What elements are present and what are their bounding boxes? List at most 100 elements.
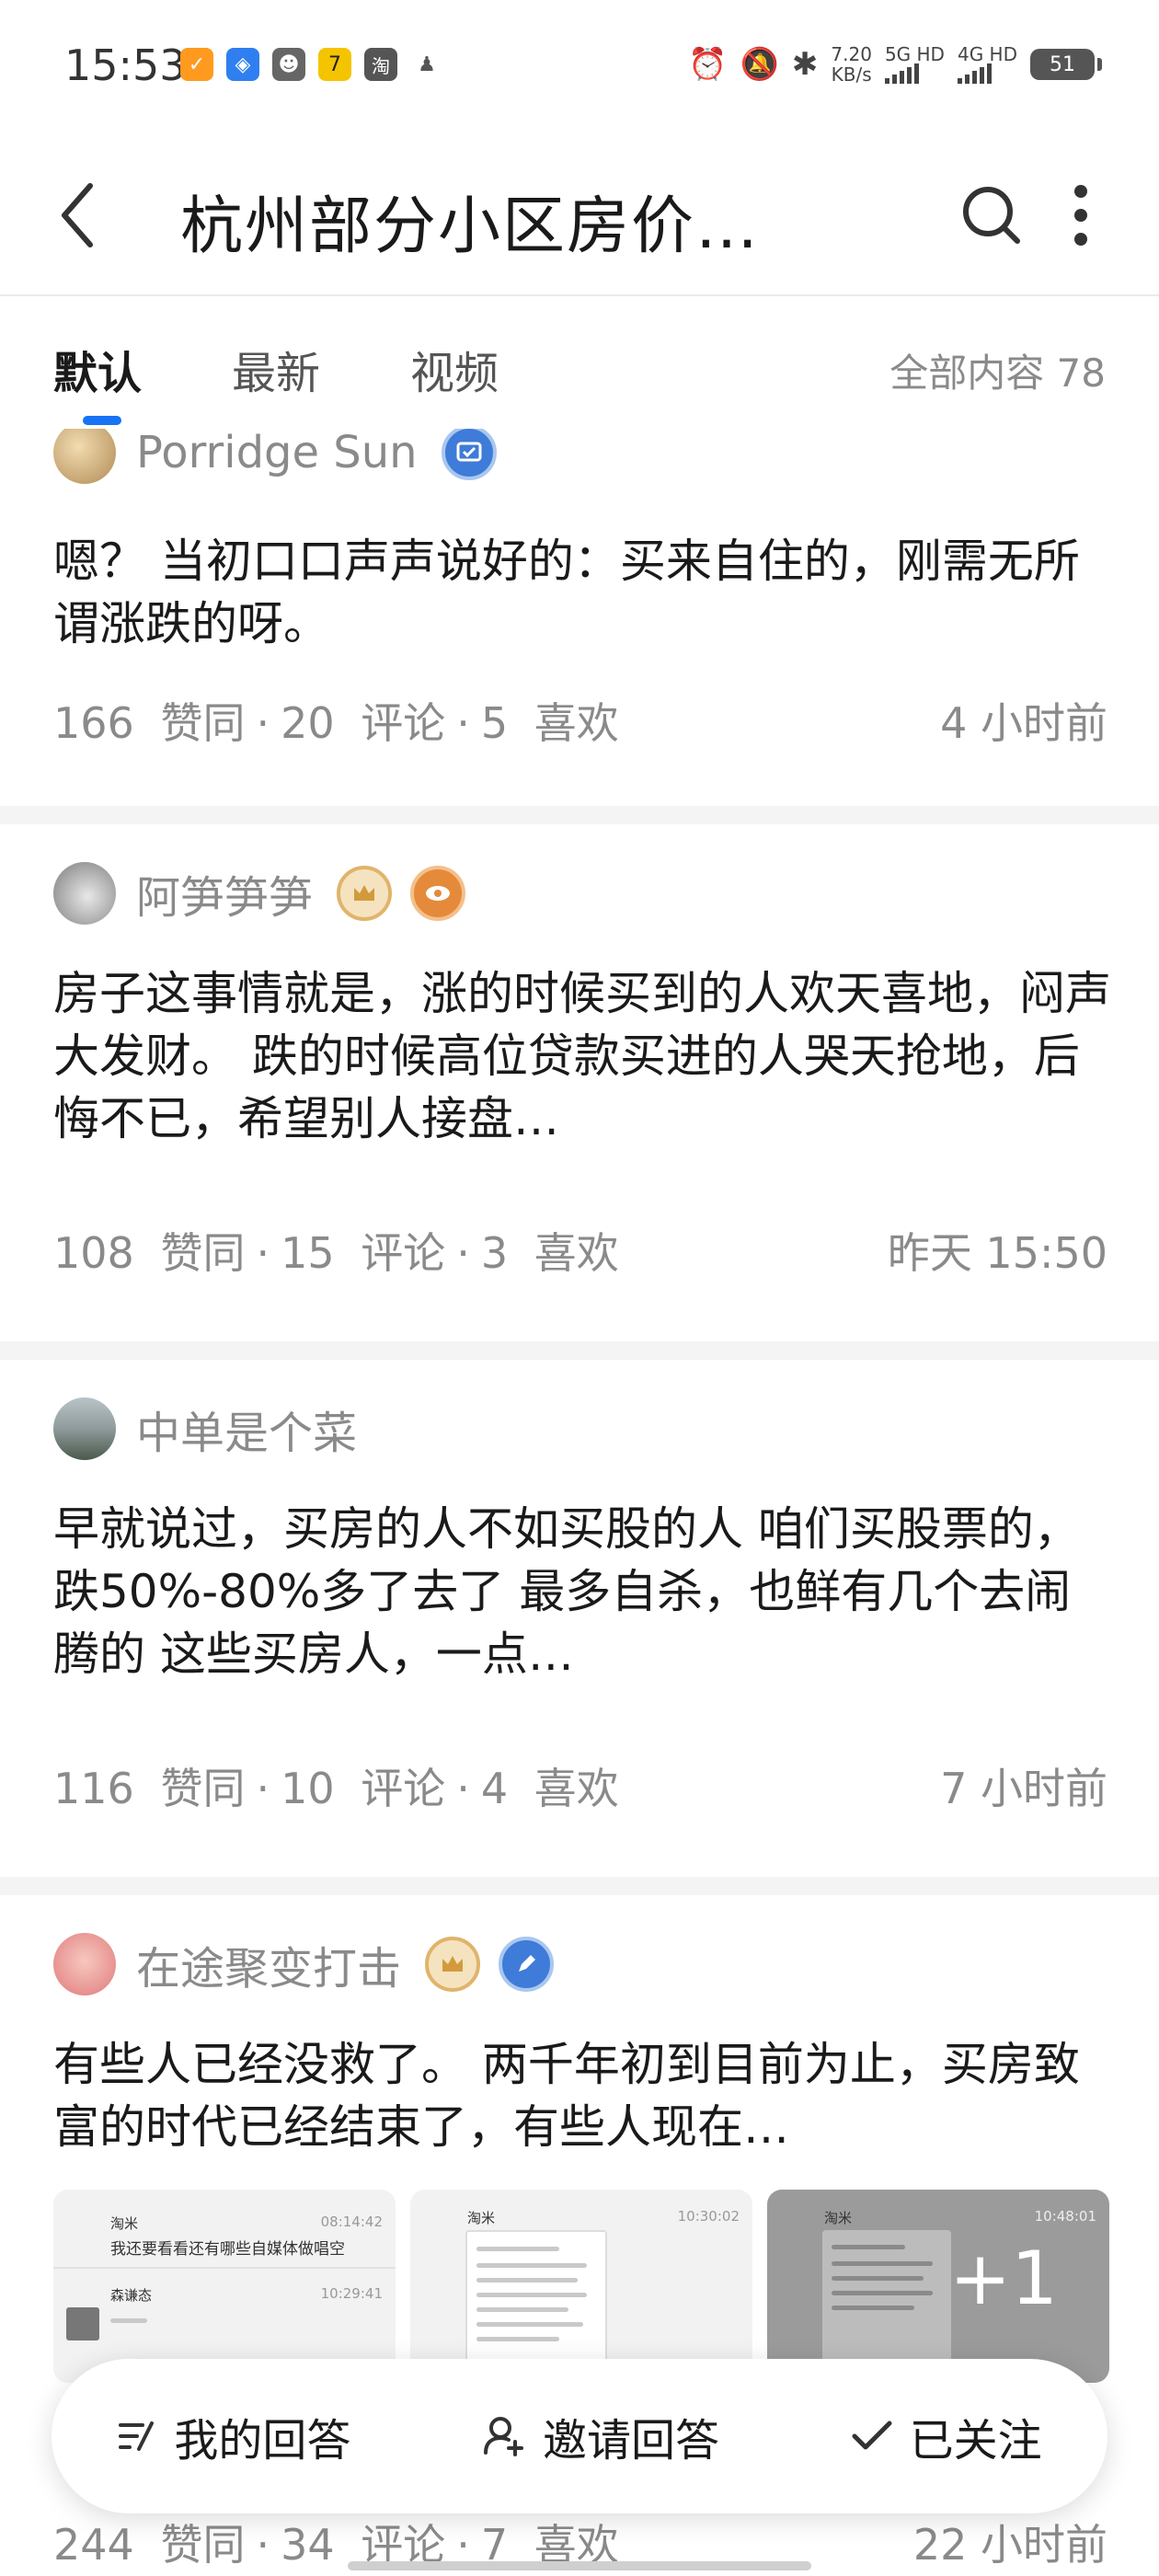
likes-label: 赞同 xyxy=(160,1764,246,1813)
answer-time: 4 小时前 xyxy=(940,698,1107,748)
net-speed: 7.20 KB/s xyxy=(831,43,872,86)
sort-tabs: 默认 最新 视频 全部内容 78 xyxy=(0,296,1159,431)
status-app-icons: ✓ ◈ ☻ 7 淘 ♟ xyxy=(180,48,443,81)
signal-bars-icon xyxy=(957,63,1017,84)
answer-meta: 116 赞同 · 10 评论 · 4 喜欢 7 小时前 xyxy=(53,1755,1107,1816)
author-name[interactable]: 中单是个菜 xyxy=(136,1397,357,1461)
answer-card[interactable]: Porridge Sun 嗯？ 当初口口声声说好的：买来自住的，刚需无所谓涨跌的… xyxy=(0,429,1159,806)
avatar[interactable] xyxy=(53,1933,116,1995)
my-answer-label: 我的回答 xyxy=(174,2415,351,2467)
home-indicator[interactable] xyxy=(348,2561,811,2570)
search-icon xyxy=(963,187,1020,244)
alarm-icon: ⏰ xyxy=(688,46,728,83)
followed-button[interactable]: 已关注 xyxy=(851,2404,1042,2468)
invite-answer-button[interactable]: 邀请回答 xyxy=(482,2404,719,2468)
avatar[interactable] xyxy=(53,1397,116,1460)
author-name[interactable]: Porridge Sun xyxy=(136,429,418,478)
author-row[interactable]: 在途聚变打击 xyxy=(53,1932,572,1996)
mute-icon: 🔕 xyxy=(740,46,779,83)
check-icon xyxy=(852,2421,892,2450)
answer-feed: Porridge Sun 嗯？ 当初口口声声说好的：买来自住的，刚需无所谓涨跌的… xyxy=(0,429,1159,2576)
likes-label: 赞同 xyxy=(160,2520,246,2570)
author-row[interactable]: Porridge Sun xyxy=(53,429,515,484)
avatar[interactable] xyxy=(53,862,116,925)
answer-image[interactable]: 淘米 10:48:01 +1 xyxy=(767,2190,1109,2383)
back-button[interactable] xyxy=(55,178,129,252)
author-name[interactable]: 在途聚变打击 xyxy=(136,1932,401,1996)
write-answer-icon xyxy=(119,2421,155,2451)
answer-card[interactable]: 中单是个菜 早就说过，买房的人不如买股的人 咱们买股票的，跌50%-80%多了去… xyxy=(0,1360,1159,1877)
more-options-button[interactable] xyxy=(1058,178,1104,252)
cat-app-icon: ☻ xyxy=(272,48,305,81)
answer-text[interactable]: 早就说过，买房的人不如买股的人 咱们买股票的，跌50%-80%多了去了 最多自杀… xyxy=(53,1498,1111,1685)
status-time: 15:53 xyxy=(64,40,187,90)
crown-badge-icon xyxy=(425,1937,481,1992)
comments-count: 15 xyxy=(281,1228,335,1278)
tab-latest[interactable]: 最新 xyxy=(232,337,320,401)
answer-image[interactable]: 淘米 08:14:42 我还要看看还有哪些自媒体做唱空 森谦态 10:29:41 xyxy=(53,2190,396,2383)
author-name[interactable]: 阿笋笋笋 xyxy=(136,861,313,926)
comments-count: 34 xyxy=(281,2520,335,2570)
answer-time: 7 小时前 xyxy=(940,1764,1107,1813)
favs-label: 喜欢 xyxy=(534,698,619,748)
likes-label: 赞同 xyxy=(160,698,246,748)
answer-time: 昨天 15:50 xyxy=(887,1228,1107,1278)
author-row[interactable]: 中单是个菜 xyxy=(53,1397,381,1461)
shield-app-icon: ◈ xyxy=(226,48,259,81)
top-app-bar: 杭州部分小区房价… xyxy=(0,138,1159,296)
all-content-count[interactable]: 全部内容 78 xyxy=(889,342,1106,398)
signal-4g: 4G HD xyxy=(957,45,1017,84)
signal-5g: 5G HD xyxy=(884,45,945,84)
likes-count: 108 xyxy=(53,1228,134,1278)
bottom-action-bar: 我的回答 邀请回答 已关注 xyxy=(52,2359,1107,2513)
crown-badge-icon xyxy=(337,866,393,921)
favs-count: 4 xyxy=(480,1764,509,1813)
answer-meta: 166 赞同 · 20 评论 · 5 喜欢 4 小时前 xyxy=(53,690,1107,751)
comments-count: 20 xyxy=(281,698,335,748)
battery-icon: 51 xyxy=(1030,49,1102,80)
answer-text[interactable]: 嗯？ 当初口口声声说好的：买来自住的，刚需无所谓涨跌的呀。 xyxy=(53,530,1111,655)
taobao-app-icon: 淘 xyxy=(364,48,397,81)
invite-user-icon xyxy=(483,2417,523,2456)
comments-label: 评论 xyxy=(361,1764,446,1813)
bluetooth-icon: ✱ xyxy=(791,46,819,83)
answer-meta: 108 赞同 · 15 评论 · 3 喜欢 昨天 15:50 xyxy=(53,1220,1107,1281)
eye-badge-icon xyxy=(410,866,466,921)
comments-label: 评论 xyxy=(361,1228,446,1278)
back-arrow-icon xyxy=(62,183,93,247)
comments-count: 10 xyxy=(281,1764,335,1813)
answer-card[interactable]: 阿笋笋笋 房子这事情就是，涨的时候买到的人欢天喜地，闷声大发财。 跌的时候高位贷… xyxy=(0,824,1159,1341)
likes-count: 244 xyxy=(53,2520,134,2570)
answer-time: 22 小时前 xyxy=(912,2520,1107,2570)
status-bar: 15:53 ✓ ◈ ☻ 7 淘 ♟ ⏰ 🔕 ✱ 7.20 KB/s 5G HD … xyxy=(0,0,1159,138)
avatar[interactable] xyxy=(53,429,116,484)
search-button[interactable] xyxy=(957,178,1030,252)
page-title: 杭州部分小区房价… xyxy=(180,190,761,263)
author-row[interactable]: 阿笋笋笋 xyxy=(53,861,484,926)
favs-count: 3 xyxy=(480,1228,509,1278)
card-divider xyxy=(0,1341,1159,1360)
likes-count: 116 xyxy=(53,1764,134,1813)
pen-badge-icon xyxy=(499,1937,555,1992)
answer-images[interactable]: 淘米 08:14:42 我还要看看还有哪些自媒体做唱空 森谦态 10:29:41… xyxy=(53,2190,1109,2383)
more-images-count: +1 xyxy=(949,2236,1058,2321)
tab-default[interactable]: 默认 xyxy=(53,337,142,401)
followed-label: 已关注 xyxy=(909,2415,1042,2467)
tab-video[interactable]: 视频 xyxy=(410,337,499,401)
my-answer-button[interactable]: 我的回答 xyxy=(117,2404,350,2468)
likes-label: 赞同 xyxy=(160,1228,246,1278)
favs-label: 喜欢 xyxy=(534,1228,619,1278)
active-tab-indicator xyxy=(83,416,121,425)
likes-count: 166 xyxy=(53,698,134,748)
answer-text[interactable]: 房子这事情就是，涨的时候买到的人欢天喜地，闷声大发财。 跌的时候高位贷款买进的人… xyxy=(53,962,1111,1150)
qq-app-icon: ♟ xyxy=(410,48,443,81)
orange-app-icon: ✓ xyxy=(180,48,213,81)
card-divider xyxy=(0,1877,1159,1895)
status-right: ⏰ 🔕 ✱ 7.20 KB/s 5G HD 4G HD 51 xyxy=(688,43,1102,86)
more-vertical-icon xyxy=(1074,185,1087,246)
favs-count: 5 xyxy=(480,698,509,748)
answer-image[interactable]: 淘米 10:30:02 xyxy=(410,2190,752,2383)
seven-app-icon: 7 xyxy=(318,48,351,81)
verified-badge-icon xyxy=(441,429,497,480)
answer-text[interactable]: 有些人已经没救了。 两千年初到目前为止，买房致富的时代已经结束了，有些人现在… xyxy=(53,2033,1111,2158)
